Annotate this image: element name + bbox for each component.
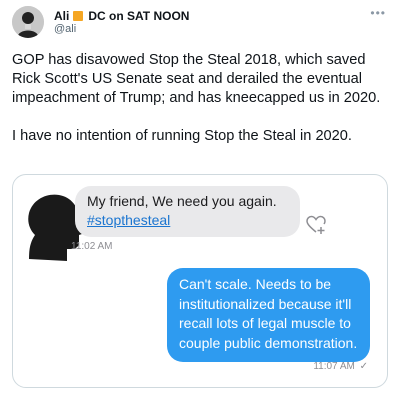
more-icon[interactable]: ••• — [370, 6, 386, 20]
hashtag-link[interactable]: #stopthesteal — [87, 211, 286, 230]
incoming-timestamp: 11:02 AM — [71, 241, 113, 252]
flag-icon — [73, 11, 84, 21]
outgoing-message-text: Can't scale. Needs to be institutionaliz… — [179, 276, 358, 351]
incoming-message-bubble: My friend, We need you again. #stopthest… — [75, 186, 300, 237]
tweet-text: GOP has disavowed Stop the Steal 2018, w… — [12, 51, 392, 146]
incoming-message-text: My friend, We need you again. — [87, 193, 277, 209]
avatar[interactable] — [12, 6, 44, 38]
heart-plus-icon[interactable] — [306, 215, 326, 235]
outgoing-timestamp: 11:07 AM — [313, 361, 355, 372]
avatar-image — [12, 6, 44, 38]
author-badge: DC on SAT NOON — [88, 9, 190, 23]
check-icon: ✓ — [359, 361, 368, 372]
author-handle[interactable]: @ali — [54, 23, 76, 35]
author-name[interactable]: Ali — [54, 9, 69, 23]
tweet-paragraph-2: I have no intention of running Stop the … — [12, 128, 352, 144]
tweet-header: Ali DC on SAT NOON @ali ••• — [12, 6, 390, 40]
author-name-line[interactable]: Ali DC on SAT NOON — [54, 9, 189, 23]
media-card[interactable]: My friend, We need you again. #stopthest… — [12, 174, 388, 388]
tweet-paragraph-1: GOP has disavowed Stop the Steal 2018, w… — [12, 52, 381, 106]
outgoing-timestamp-row: 11:07 AM ✓ — [313, 361, 368, 372]
outgoing-message-bubble: Can't scale. Needs to be institutionaliz… — [167, 268, 370, 362]
